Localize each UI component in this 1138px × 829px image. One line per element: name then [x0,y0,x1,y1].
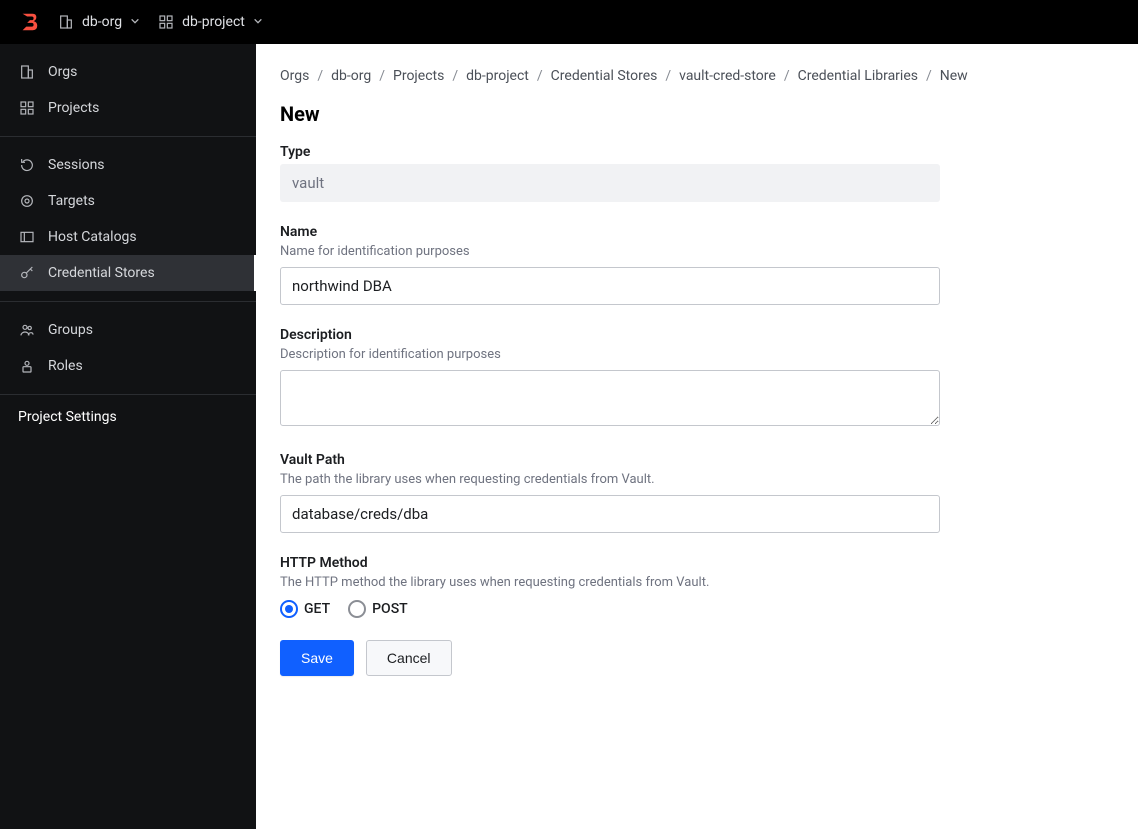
name-help: Name for identification purposes [280,244,940,259]
sidebar: Orgs Projects Sessions Targets Host Catalogs… [0,44,256,829]
project-selector-label: db-project [182,14,245,30]
org-selector-label: db-org [82,14,122,30]
sessions-icon [18,156,36,174]
project-selector[interactable]: db-project [158,14,263,30]
name-input[interactable] [280,267,940,305]
sidebar-item-label: Targets [48,193,95,209]
sidebar-item-label: Host Catalogs [48,229,137,245]
breadcrumb-item[interactable]: db-org [331,68,371,84]
http-method-label: HTTP Method [280,555,940,571]
breadcrumb-item[interactable]: Projects [393,68,444,84]
name-field: Name Name for identification purposes [280,224,940,305]
sidebar-item-label: Credential Stores [48,265,155,281]
breadcrumb-separator: / [926,68,932,84]
vault-path-field: Vault Path The path the library uses whe… [280,452,940,533]
breadcrumb-item: New [940,68,968,84]
breadcrumb-item[interactable]: vault-cred-store [679,68,776,84]
vault-path-help: The path the library uses when requestin… [280,472,940,487]
breadcrumb-separator: / [317,68,323,84]
description-input[interactable] [280,370,940,426]
vault-path-input[interactable] [280,495,940,533]
radio-label: GET [304,601,330,617]
hosts-icon [18,228,36,246]
type-value: vault [280,164,940,202]
name-label: Name [280,224,940,240]
description-help: Description for identification purposes [280,347,940,362]
sidebar-item-projects[interactable]: Projects [0,90,256,126]
save-button[interactable]: Save [280,640,354,676]
description-field: Description Description for identificati… [280,327,940,430]
org-icon [18,63,36,81]
sidebar-item-groups[interactable]: Groups [0,312,256,348]
sidebar-item-label: Groups [48,322,93,338]
org-icon [58,14,74,30]
roles-icon [18,357,36,375]
breadcrumb: Orgs / db-org / Projects / db-project / Credenti… [280,68,1114,84]
breadcrumb-separator: / [379,68,385,84]
vault-path-label: Vault Path [280,452,940,468]
http-method-post-radio[interactable]: POST [348,600,408,618]
key-icon [18,264,36,282]
breadcrumb-separator: / [665,68,671,84]
breadcrumb-item[interactable]: Credential Stores [551,68,658,84]
sidebar-item-label: Projects [48,100,99,116]
main-content: Orgs / db-org / Projects / db-project / Credenti… [256,44,1138,829]
http-method-help: The HTTP method the library uses when re… [280,575,940,590]
topbar: db-org db-project [0,0,1138,44]
sidebar-item-targets[interactable]: Targets [0,183,256,219]
breadcrumb-separator: / [537,68,543,84]
sidebar-item-label: Orgs [48,64,77,80]
http-method-get-radio[interactable]: GET [280,600,330,618]
sidebar-item-credential-stores[interactable]: Credential Stores [0,255,256,291]
targets-icon [18,192,36,210]
app-logo[interactable] [18,11,40,33]
breadcrumb-item[interactable]: Orgs [280,68,309,84]
sidebar-item-label: Sessions [48,157,105,173]
sidebar-item-label: Roles [48,358,83,374]
project-settings-label: Project Settings [18,409,117,425]
project-icon [158,14,174,30]
radio-label: POST [372,601,408,617]
cancel-button[interactable]: Cancel [366,640,452,676]
breadcrumb-separator: / [452,68,458,84]
sidebar-item-roles[interactable]: Roles [0,348,256,384]
radio-icon [280,600,298,618]
chevron-down-icon [130,14,140,30]
type-field: Type vault [280,144,940,202]
chevron-down-icon [253,14,263,30]
type-label: Type [280,144,940,160]
http-method-field: HTTP Method The HTTP method the library … [280,555,940,618]
breadcrumb-item[interactable]: db-project [466,68,529,84]
groups-icon [18,321,36,339]
credential-library-form: Type vault Name Name for identification … [280,144,940,676]
sidebar-item-orgs[interactable]: Orgs [0,54,256,90]
form-actions: Save Cancel [280,640,940,676]
description-label: Description [280,327,940,343]
sidebar-item-sessions[interactable]: Sessions [0,147,256,183]
project-settings-link[interactable]: Project Settings [0,395,256,439]
org-selector[interactable]: db-org [58,14,140,30]
breadcrumb-separator: / [784,68,790,84]
radio-icon [348,600,366,618]
project-icon [18,99,36,117]
page-title: New [280,102,1114,126]
sidebar-item-host-catalogs[interactable]: Host Catalogs [0,219,256,255]
breadcrumb-item[interactable]: Credential Libraries [798,68,918,84]
